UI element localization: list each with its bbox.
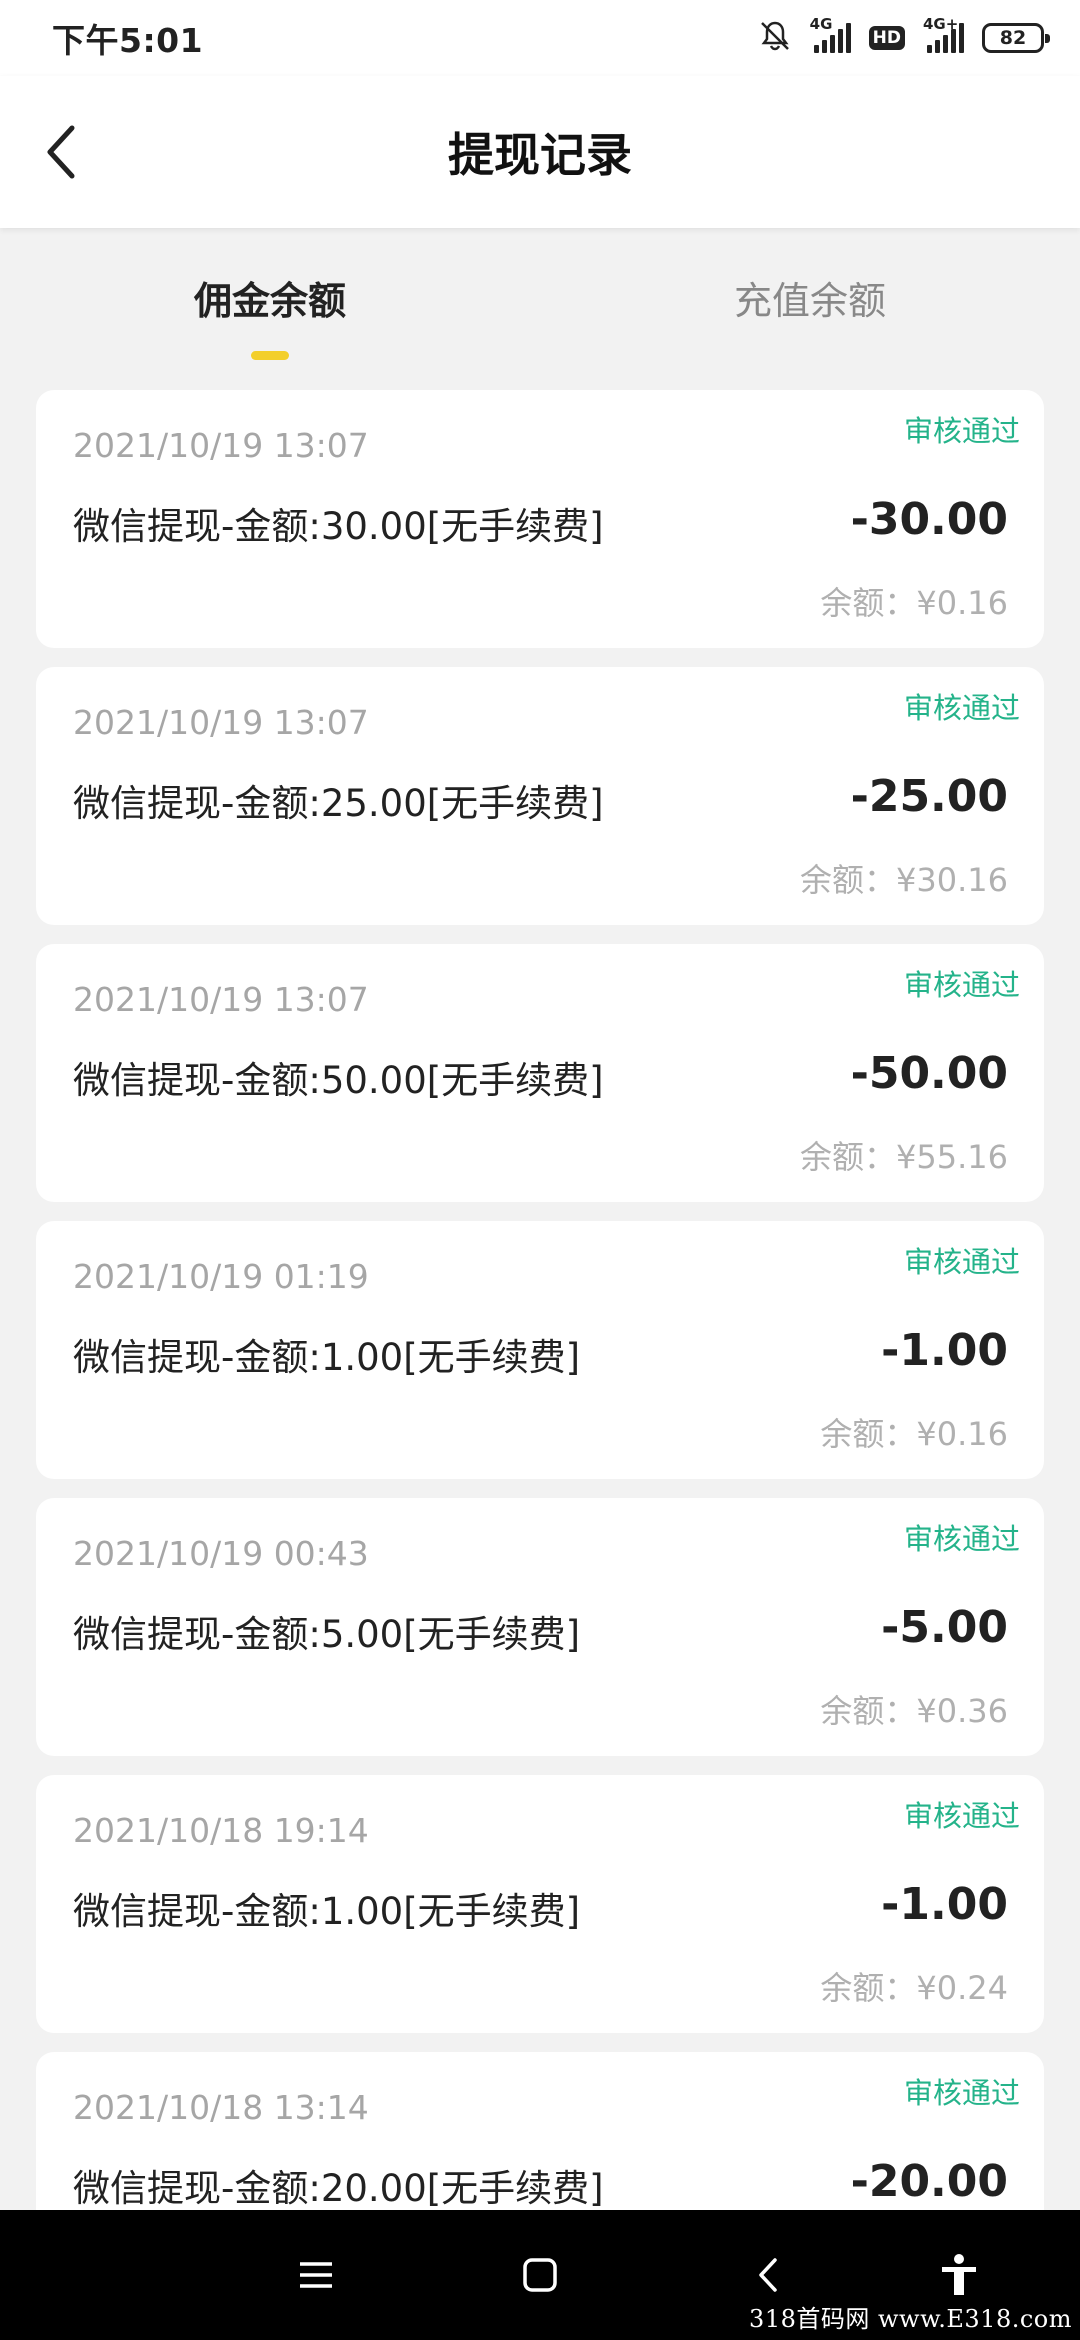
record-balance: 余额：¥55.16 [800,1138,1008,1176]
menu-button[interactable] [281,2240,351,2310]
home-button[interactable] [505,2240,575,2310]
record-amount: -50.00 [850,1048,1008,1099]
signal-icon-2: 4G+ [923,15,964,53]
record-time: 2021/10/19 00:43 [73,1534,369,1573]
header: 提现记录 [0,76,1080,228]
list-item[interactable]: 2021/10/19 13:07 审核通过 微信提现-金额:30.00[无手续费… [36,390,1044,648]
status-badge: 审核通过 [903,2076,1020,2110]
status-icons: 4G HD 4G+ 82 [758,15,1050,57]
home-square-icon [523,2258,557,2292]
record-amount: -25.00 [850,771,1008,822]
status-badge: 审核通过 [903,1245,1020,1279]
record-description: 微信提现-金额:1.00[无手续费] [73,1336,581,1379]
record-time: 2021/10/18 19:14 [73,1811,369,1850]
tab-label: 充值余额 [733,278,886,323]
record-amount: -30.00 [850,494,1008,545]
tab-indicator [251,351,289,360]
network-type-2: 4G+ [923,15,959,33]
status-badge: 审核通过 [903,1799,1020,1833]
record-time: 2021/10/19 13:07 [73,980,369,1019]
record-description: 微信提现-金额:50.00[无手续费] [73,1059,604,1102]
back-button[interactable] [24,112,96,192]
network-type-1: 4G [809,15,833,33]
tabs: 佣金余额 充值余额 [0,252,1080,362]
chevron-left-icon [47,125,75,179]
list-item[interactable]: 2021/10/19 01:19 审核通过 微信提现-金额:1.00[无手续费]… [36,1221,1044,1479]
tab-label: 佣金余额 [193,278,346,323]
record-time: 2021/10/19 13:07 [73,426,369,465]
app-root: 下午5:01 4G HD 4G+ 82 提现记录 佣金余额 充值余额 2021/… [0,0,1080,2340]
accessibility-icon [942,2254,976,2295]
bell-off-icon [758,19,792,57]
record-balance: 余额：¥0.16 [820,584,1008,622]
record-amount: -1.00 [881,1325,1008,1376]
list-item[interactable]: 2021/10/19 13:07 审核通过 微信提现-金额:25.00[无手续费… [36,667,1044,925]
hd-icon: HD [868,26,905,50]
status-badge: 审核通过 [903,414,1020,448]
record-description: 微信提现-金额:1.00[无手续费] [73,1890,581,1933]
record-balance: 余额：¥0.24 [820,1969,1008,2007]
tab-commission-balance[interactable]: 佣金余额 [0,252,540,342]
record-time: 2021/10/18 13:14 [73,2088,369,2127]
page-title: 提现记录 [448,128,632,182]
status-badge: 审核通过 [903,968,1020,1002]
battery-icon: 82 [982,23,1050,53]
record-description: 微信提现-金额:20.00[无手续费] [73,2167,604,2210]
signal-icon-1: 4G [810,15,851,53]
record-description: 微信提现-金额:25.00[无手续费] [73,782,604,825]
status-badge: 审核通过 [903,1522,1020,1556]
tab-recharge-balance[interactable]: 充值余额 [540,252,1080,342]
status-bar: 下午5:01 4G HD 4G+ 82 [0,0,1080,76]
record-amount: -5.00 [881,1602,1008,1653]
nav-back-icon [759,2258,777,2292]
record-balance: 余额：¥0.36 [820,1692,1008,1730]
withdrawal-list: 2021/10/19 13:07 审核通过 微信提现-金额:30.00[无手续费… [36,390,1044,2329]
record-time: 2021/10/19 01:19 [73,1257,369,1296]
system-nav-bar: 318首码网 www.E318.com [0,2210,1080,2340]
list-item[interactable]: 2021/10/19 00:43 审核通过 微信提现-金额:5.00[无手续费]… [36,1498,1044,1756]
menu-icon [300,2262,332,2288]
status-time: 下午5:01 [52,21,204,60]
watermark: 318首码网 www.E318.com [749,2305,1072,2333]
record-balance: 余额：¥30.16 [800,861,1008,899]
record-amount: -1.00 [881,1879,1008,1930]
list-item[interactable]: 2021/10/18 19:14 审核通过 微信提现-金额:1.00[无手续费]… [36,1775,1044,2033]
record-description: 微信提现-金额:5.00[无手续费] [73,1613,581,1656]
record-balance: 余额：¥0.16 [820,1415,1008,1453]
record-description: 微信提现-金额:30.00[无手续费] [73,505,604,548]
record-time: 2021/10/19 13:07 [73,703,369,742]
status-badge: 审核通过 [903,691,1020,725]
record-amount: -20.00 [850,2156,1008,2207]
list-item[interactable]: 2021/10/19 13:07 审核通过 微信提现-金额:50.00[无手续费… [36,944,1044,1202]
